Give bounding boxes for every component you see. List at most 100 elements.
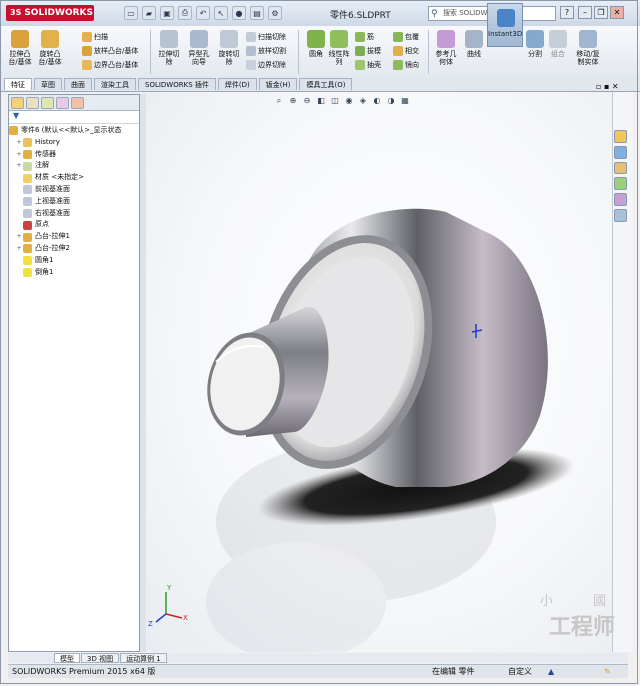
display-style-icon[interactable]: ◉: [344, 96, 354, 106]
zoom-to-fit-icon[interactable]: ⌕: [274, 96, 284, 106]
tree-item[interactable]: + 凸台-拉伸2: [9, 243, 139, 255]
status-units-arrow-icon[interactable]: ▲: [548, 665, 554, 678]
revolve-cut-button[interactable]: 旋转切 除: [213, 30, 245, 66]
dimxpert-tab-icon[interactable]: [56, 97, 69, 109]
zoom-area-icon[interactable]: ⊕: [288, 96, 298, 106]
tab-5[interactable]: 焊件(D): [217, 78, 257, 90]
solidworks-logo[interactable]: 3S SOLIDWORKS: [6, 5, 94, 21]
sweep-cut-button[interactable]: 扫描切除: [246, 31, 286, 43]
tree-root-part[interactable]: 零件6 (默认<<默认>_显示状态: [9, 125, 139, 137]
loft-cut-button[interactable]: 放样切割: [246, 45, 286, 57]
apply-scene-icon[interactable]: ◑: [386, 96, 396, 106]
tab-6[interactable]: 钣金(H): [258, 78, 298, 90]
open-folder-icon[interactable]: ▰: [142, 6, 156, 20]
tree-item[interactable]: + 传感器: [9, 149, 139, 161]
previous-view-icon[interactable]: ⊖: [302, 96, 312, 106]
tree-item[interactable]: 材质 <未指定>: [9, 172, 139, 184]
linear-pattern-icon: [330, 30, 348, 48]
loft-boss-button[interactable]: 放样凸台/基体: [82, 45, 138, 57]
view-palette-icon[interactable]: [614, 177, 627, 191]
tree-feature-icon: [23, 138, 32, 148]
feature-manager-tab-icon[interactable]: [11, 97, 24, 109]
shell-button[interactable]: 抽壳: [355, 59, 381, 71]
tree-item[interactable]: + History: [9, 137, 139, 149]
display-manager-tab-icon[interactable]: [71, 97, 84, 109]
tree-feature-icon: [23, 208, 32, 218]
revolve-boss-button[interactable]: 旋转凸 台/基体: [34, 30, 66, 66]
mirror-button[interactable]: 镜向: [393, 59, 419, 71]
ds-logo-mark: 3S: [10, 8, 22, 17]
combine-button[interactable]: 组合: [547, 30, 569, 58]
save-icon[interactable]: ▣: [160, 6, 174, 20]
options-gear-icon[interactable]: ⚙: [268, 6, 282, 20]
new-doc-icon[interactable]: ▭: [124, 6, 138, 20]
loft-boss-label: 放样凸台/基体: [94, 47, 139, 55]
boundary-cut-button[interactable]: 边界切除: [246, 59, 286, 71]
extrude-boss-button[interactable]: 拉伸凸 台/基体: [4, 30, 36, 66]
tree-item[interactable]: 圆角1: [9, 255, 139, 267]
file-explorer-icon[interactable]: [614, 161, 627, 175]
extrude-cut-icon: [160, 30, 178, 48]
custom-properties-icon[interactable]: [614, 209, 627, 222]
tree-expand-icon[interactable]: +: [15, 243, 23, 255]
move-copy-body-icon: [579, 30, 597, 48]
tree-item[interactable]: + 凸台-拉伸1: [9, 231, 139, 243]
tree-expand-icon[interactable]: +: [15, 149, 23, 161]
tree-item[interactable]: 上视基准面: [9, 196, 139, 208]
intersect-button[interactable]: 相交: [393, 45, 419, 57]
section-view-icon[interactable]: ◧: [316, 96, 326, 106]
graphics-viewport[interactable]: Y X Z: [146, 92, 614, 652]
sweep-button[interactable]: 扫描: [82, 31, 108, 43]
bottom-tab-0[interactable]: 模型: [54, 653, 80, 663]
undo-icon[interactable]: ↶: [196, 6, 210, 20]
help-question-icon[interactable]: ?: [560, 6, 574, 19]
tree-expand-icon[interactable]: +: [15, 137, 23, 149]
tree-item[interactable]: 倒角1: [9, 267, 139, 279]
tab-3[interactable]: 渲染工具: [94, 78, 136, 90]
print-icon[interactable]: ⎙: [178, 6, 192, 20]
tab-0[interactable]: 特征: [4, 78, 32, 90]
move-copy-body-button[interactable]: 移动/复 制实体: [570, 30, 606, 66]
bottom-tab-2[interactable]: 运动算例 1: [120, 653, 167, 663]
view-orientation-icon[interactable]: ◫: [330, 96, 340, 106]
select-arrow-icon[interactable]: ↖: [214, 6, 228, 20]
tab-2[interactable]: 曲面: [64, 78, 92, 90]
hole-wizard-button[interactable]: 异型孔 向导: [183, 30, 215, 66]
property-manager-tab-icon[interactable]: [26, 97, 39, 109]
boundary-boss-button[interactable]: 边界凸台/基体: [82, 59, 138, 71]
wrap-button[interactable]: 包覆: [393, 31, 419, 43]
close-button[interactable]: ✕: [610, 6, 624, 19]
draft-button[interactable]: 拔模: [355, 45, 381, 57]
tree-expand-icon[interactable]: +: [15, 160, 23, 172]
bottom-tab-1[interactable]: 3D 视图: [81, 653, 120, 663]
rebuild-icon[interactable]: ●: [232, 6, 246, 20]
appearances-icon[interactable]: [614, 193, 627, 207]
tree-item[interactable]: + 注解: [9, 160, 139, 172]
tree-item[interactable]: 前视基准面: [9, 184, 139, 196]
tab-1[interactable]: 草图: [34, 78, 62, 90]
solidworks-resources-icon[interactable]: [614, 130, 627, 143]
restore-button[interactable]: ❐: [594, 6, 608, 19]
tab-4[interactable]: SOLIDWORKS 插件: [138, 78, 216, 90]
tab-7[interactable]: 模具工具(O): [299, 78, 353, 90]
minimize-button[interactable]: –: [578, 6, 592, 19]
file-properties-icon[interactable]: ▤: [250, 6, 264, 20]
tree-item[interactable]: 原点: [9, 219, 139, 231]
hide-show-icon[interactable]: ◈: [358, 96, 368, 106]
linear-pattern-button[interactable]: 线性阵 列: [323, 30, 355, 66]
design-library-icon[interactable]: [614, 145, 627, 159]
rib-button[interactable]: 筋: [355, 31, 374, 43]
tree-expand-icon[interactable]: +: [15, 231, 23, 243]
edit-appearance-icon[interactable]: ◐: [372, 96, 382, 106]
split-button[interactable]: 分割: [524, 30, 546, 58]
viewport-window-controls[interactable]: ▫ ▪ ✕: [596, 82, 619, 91]
status-units-text[interactable]: 自定义: [508, 665, 532, 678]
configuration-manager-tab-icon[interactable]: [41, 97, 54, 109]
status-tag-icon[interactable]: ✎: [604, 665, 611, 678]
instant3d-button[interactable]: Instant3D: [487, 3, 523, 47]
view-settings-icon[interactable]: ▦: [400, 96, 410, 106]
extrude-cut-button[interactable]: 拉伸切 除: [153, 30, 185, 66]
tree-filter-bar[interactable]: ▼: [9, 111, 139, 124]
tree-item[interactable]: 右视基准面: [9, 208, 139, 220]
curves-button[interactable]: 曲线: [458, 30, 490, 58]
